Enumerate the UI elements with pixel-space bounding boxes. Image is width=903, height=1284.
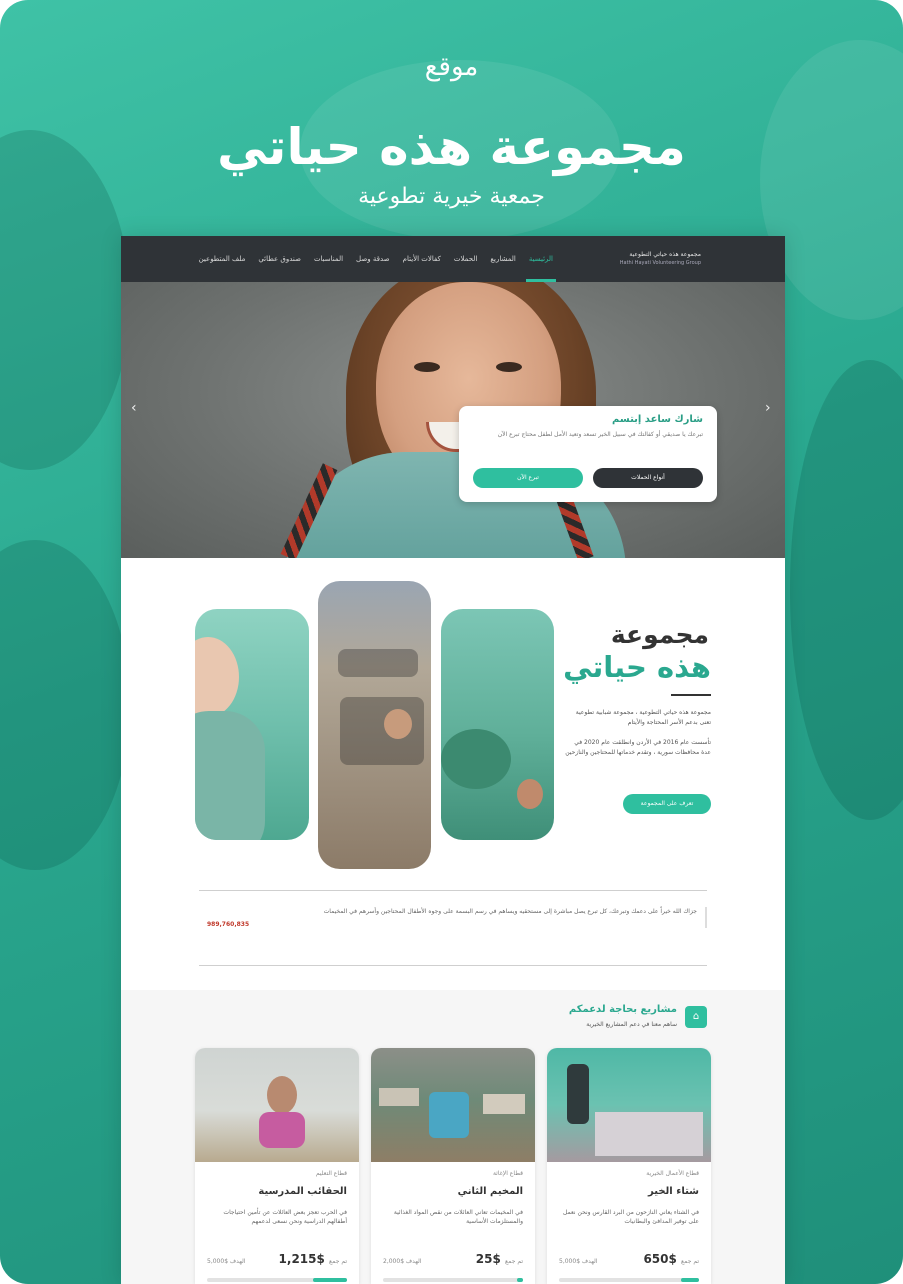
project-card[interactable]: قطاع الإغاثة المخيم الثاني في المخيمات ت… [371, 1048, 535, 1284]
project-goal: الهدف $5,000 [559, 1258, 598, 1265]
project-title: شتاء الخير [648, 1186, 699, 1197]
campaign-types-button[interactable]: أنواع الحملات [593, 468, 703, 488]
chevron-right-icon[interactable]: › [765, 400, 771, 416]
about-section: مجموعة هذه حياتي مجموعة هذه حياتي التطوع… [121, 558, 785, 888]
project-amount: تم جمع $650 [643, 1252, 699, 1266]
promo-title: مجموعة هذه حياتي [217, 118, 686, 176]
nav-item-fund[interactable]: صندوق عطائي [258, 236, 301, 282]
progress-fill [313, 1278, 347, 1282]
project-progress-bar [207, 1278, 347, 1282]
promo-tag: موقع [424, 52, 479, 82]
projects-subtitle: ساهم معنا في دعم المشاريع الخيرية [586, 1021, 677, 1028]
projects-section: ⌂ مشاريع بحاجة لدعمكم ساهم معنا في دعم ا… [121, 990, 785, 1284]
nav-item-orphans[interactable]: كفالات الأيتام [403, 236, 441, 282]
project-image [371, 1048, 535, 1162]
about-image-camp [441, 609, 554, 840]
nav-item-home[interactable]: الرئيسية [525, 236, 557, 282]
nav-menu: الرئيسية المشاريع الحملات كفالات الأيتام… [199, 236, 557, 282]
project-title: الحقائب المدرسية [258, 1186, 347, 1197]
projects-title: مشاريع بحاجة لدعمكم [568, 1004, 677, 1015]
project-category: قطاع الإغاثة [492, 1170, 523, 1177]
chevron-left-icon[interactable]: ‹ [131, 400, 137, 416]
website-screenshot: مجموعة هذه حياتي التطوعية Hathi Hayati V… [121, 236, 785, 1284]
project-card[interactable]: قطاع الأعمال الخيرية شتاء الخير في الشتا… [547, 1048, 711, 1284]
progress-fill [680, 1278, 699, 1282]
quote-block: جزاك الله خيراً على دعمك وتبرعك، كل تبرع… [199, 890, 707, 966]
project-amount: تم جمع $1,215 [278, 1252, 347, 1266]
about-group-button[interactable]: تعرف على المجموعة [623, 794, 711, 814]
nav-item-occasions[interactable]: المناسبات [314, 236, 343, 282]
project-progress-bar [559, 1278, 699, 1282]
bg-decoration [0, 130, 130, 470]
project-image [195, 1048, 359, 1162]
quote-inner: جزاك الله خيراً على دعمك وتبرعك، كل تبرع… [207, 907, 707, 928]
bg-decoration [0, 540, 130, 870]
project-progress-bar [383, 1278, 523, 1282]
nav-item-charity[interactable]: صدقة وصل [356, 236, 390, 282]
cta-buttons: تبرع الآن أنواع الحملات [473, 468, 703, 488]
about-paragraph-2: تأسست عام 2016 في الأردن وانطلقت عام 202… [565, 739, 711, 756]
nav-item-campaigns[interactable]: الحملات [454, 236, 477, 282]
project-goal: الهدف $2,000 [383, 1258, 422, 1265]
nav-item-projects[interactable]: المشاريع [490, 236, 516, 282]
donate-now-button[interactable]: تبرع الآن [473, 468, 583, 488]
hero-slider: ‹ › شارك ساعد إبتسم تبرعك يا صديقي أو كف… [121, 282, 785, 558]
logo-text-ar: مجموعة هذه حياتي التطوعية [629, 251, 701, 258]
navbar: مجموعة هذه حياتي التطوعية Hathi Hayati V… [121, 236, 785, 282]
nav-item-volunteers[interactable]: ملف المتطوعين [199, 236, 246, 282]
about-divider [671, 694, 711, 696]
about-title-line1: مجموعة [610, 620, 709, 649]
hero-cta-card: شارك ساعد إبتسم تبرعك يا صديقي أو كفالتك… [459, 406, 717, 502]
projects-icon: ⌂ [685, 1006, 707, 1028]
cta-text: تبرعك يا صديقي أو كفالتك في سبيل الخير ت… [497, 431, 703, 438]
project-category: قطاع الأعمال الخيرية [646, 1170, 699, 1177]
project-card[interactable]: قطاع التعليم الحقائب المدرسية في الحرب ت… [195, 1048, 359, 1284]
about-image-bus [318, 581, 431, 869]
project-category: قطاع التعليم [315, 1170, 347, 1177]
hero-image-eye [414, 362, 440, 372]
project-description: في المخيمات تعاني العائلات من نقص المواد… [393, 1209, 523, 1225]
quote-text: جزاك الله خيراً على دعمك وتبرعك، كل تبرع… [323, 908, 697, 915]
progress-fill [517, 1278, 523, 1282]
project-goal: الهدف $5,000 [207, 1258, 246, 1265]
project-description: في الحرب تعجز بعض العائلات عن تأمين احتي… [223, 1209, 347, 1225]
quote-number: 989,760,835 [207, 921, 250, 928]
about-paragraph-1: مجموعة هذه حياتي التطوعية ، مجموعة شبابي… [575, 709, 711, 726]
logo-text-en: Hathi Hayati Volunteering Group [619, 260, 701, 266]
cta-title: شارك ساعد إبتسم [612, 414, 703, 425]
promo-frame: موقع مجموعة هذه حياتي جمعية خيرية تطوعية… [0, 0, 903, 1284]
hero-image-eye [496, 362, 522, 372]
project-amount: تم جمع $25 [475, 1252, 523, 1266]
bg-decoration [790, 360, 903, 820]
project-description: في الشتاء يعاني النازحون من البرد القارس… [563, 1209, 699, 1225]
project-image [547, 1048, 711, 1162]
about-image-boy [195, 609, 309, 840]
about-title-line2: هذه حياتي [563, 650, 711, 684]
site-logo[interactable]: مجموعة هذه حياتي التطوعية Hathi Hayati V… [620, 250, 701, 268]
project-title: المخيم الثاني [457, 1186, 523, 1197]
promo-subtitle: جمعية خيرية تطوعية [358, 184, 545, 209]
